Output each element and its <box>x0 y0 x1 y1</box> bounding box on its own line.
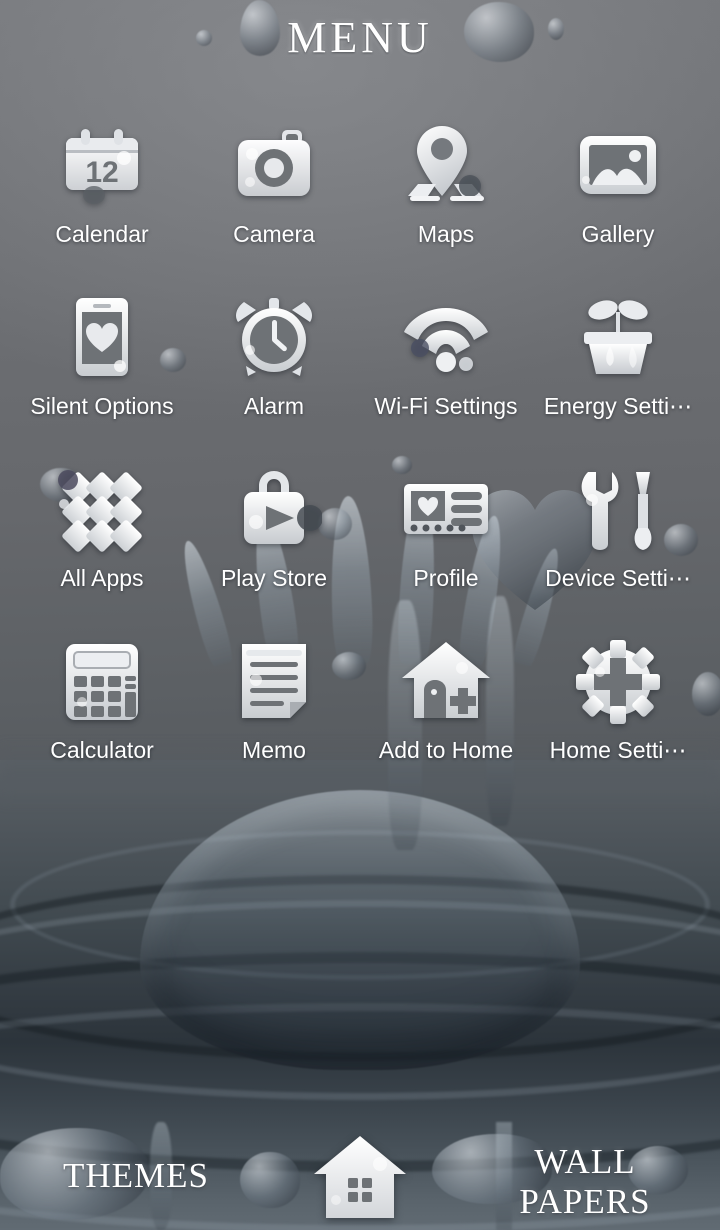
app-label: Maps <box>417 221 475 247</box>
app-item-calculator[interactable]: Calculator <box>16 624 188 796</box>
themes-button[interactable]: THEMES <box>30 1156 242 1196</box>
app-label: Calendar <box>55 221 149 247</box>
app-item-wifi-settings[interactable]: Wi-Fi Settings <box>360 280 532 452</box>
gallery-icon <box>570 116 666 212</box>
calendar-icon: 12 <box>54 116 150 212</box>
play-store-bag-icon <box>226 460 322 556</box>
app-item-alarm[interactable]: Alarm <box>188 280 360 452</box>
app-label: Memo <box>242 737 306 763</box>
app-grid: 12 Calendar Camera Maps Gallery Silent O… <box>0 108 720 796</box>
wallpapers-line-1: WALL <box>534 1142 636 1181</box>
app-label: Alarm <box>243 393 305 419</box>
app-label: Device Setti⋯ <box>545 565 691 591</box>
app-item-play-store[interactable]: Play Store <box>188 452 360 624</box>
app-item-add-to-home[interactable]: Add to Home <box>360 624 532 796</box>
app-item-all-apps[interactable]: All Apps <box>16 452 188 624</box>
alarm-clock-icon <box>226 288 322 384</box>
home-icon <box>314 1136 406 1218</box>
app-label: Home Setti⋯ <box>549 737 687 763</box>
phone-heart-icon <box>54 288 150 384</box>
wrench-screwdriver-icon <box>570 460 666 556</box>
plant-pot-icon <box>570 288 666 384</box>
app-item-gallery[interactable]: Gallery <box>532 108 704 280</box>
gear-plus-icon <box>570 632 666 728</box>
app-item-calendar[interactable]: 12 Calendar <box>16 108 188 280</box>
app-item-maps[interactable]: Maps <box>360 108 532 280</box>
page-title: MENU <box>287 13 433 62</box>
wallpapers-line-2: PAPERS <box>519 1182 651 1221</box>
app-item-profile[interactable]: Profile <box>360 452 532 624</box>
app-label: Profile <box>413 565 479 591</box>
app-item-silent-options[interactable]: Silent Options <box>16 280 188 452</box>
wifi-icon <box>398 288 494 384</box>
app-item-camera[interactable]: Camera <box>188 108 360 280</box>
house-plus-icon <box>398 632 494 728</box>
profile-card-icon <box>398 460 494 556</box>
bottom-dock: THEMES WALL PAPERS <box>0 1120 720 1230</box>
app-label: Wi-Fi Settings <box>374 393 518 419</box>
app-item-energy-settings[interactable]: Energy Setti⋯ <box>532 280 704 452</box>
home-button[interactable] <box>310 1130 410 1222</box>
app-label: All Apps <box>60 565 144 591</box>
app-grid-icon <box>54 460 150 556</box>
calculator-icon <box>54 632 150 728</box>
app-label: Add to Home <box>378 737 514 763</box>
app-item-device-settings[interactable]: Device Setti⋯ <box>532 452 704 624</box>
app-label: Silent Options <box>30 393 174 419</box>
camera-icon <box>226 116 322 212</box>
app-item-memo[interactable]: Memo <box>188 624 360 796</box>
app-label: Energy Setti⋯ <box>543 393 693 419</box>
map-pin-icon <box>398 116 494 212</box>
app-label: Camera <box>233 221 315 247</box>
app-item-home-settings[interactable]: Home Setti⋯ <box>532 624 704 796</box>
app-label: Gallery <box>581 221 655 247</box>
app-label: Calculator <box>50 737 154 763</box>
app-label: Play Store <box>220 565 328 591</box>
memo-page-icon <box>226 632 322 728</box>
calendar-day: 12 <box>85 156 118 189</box>
wallpapers-button[interactable]: WALL PAPERS <box>470 1142 700 1222</box>
